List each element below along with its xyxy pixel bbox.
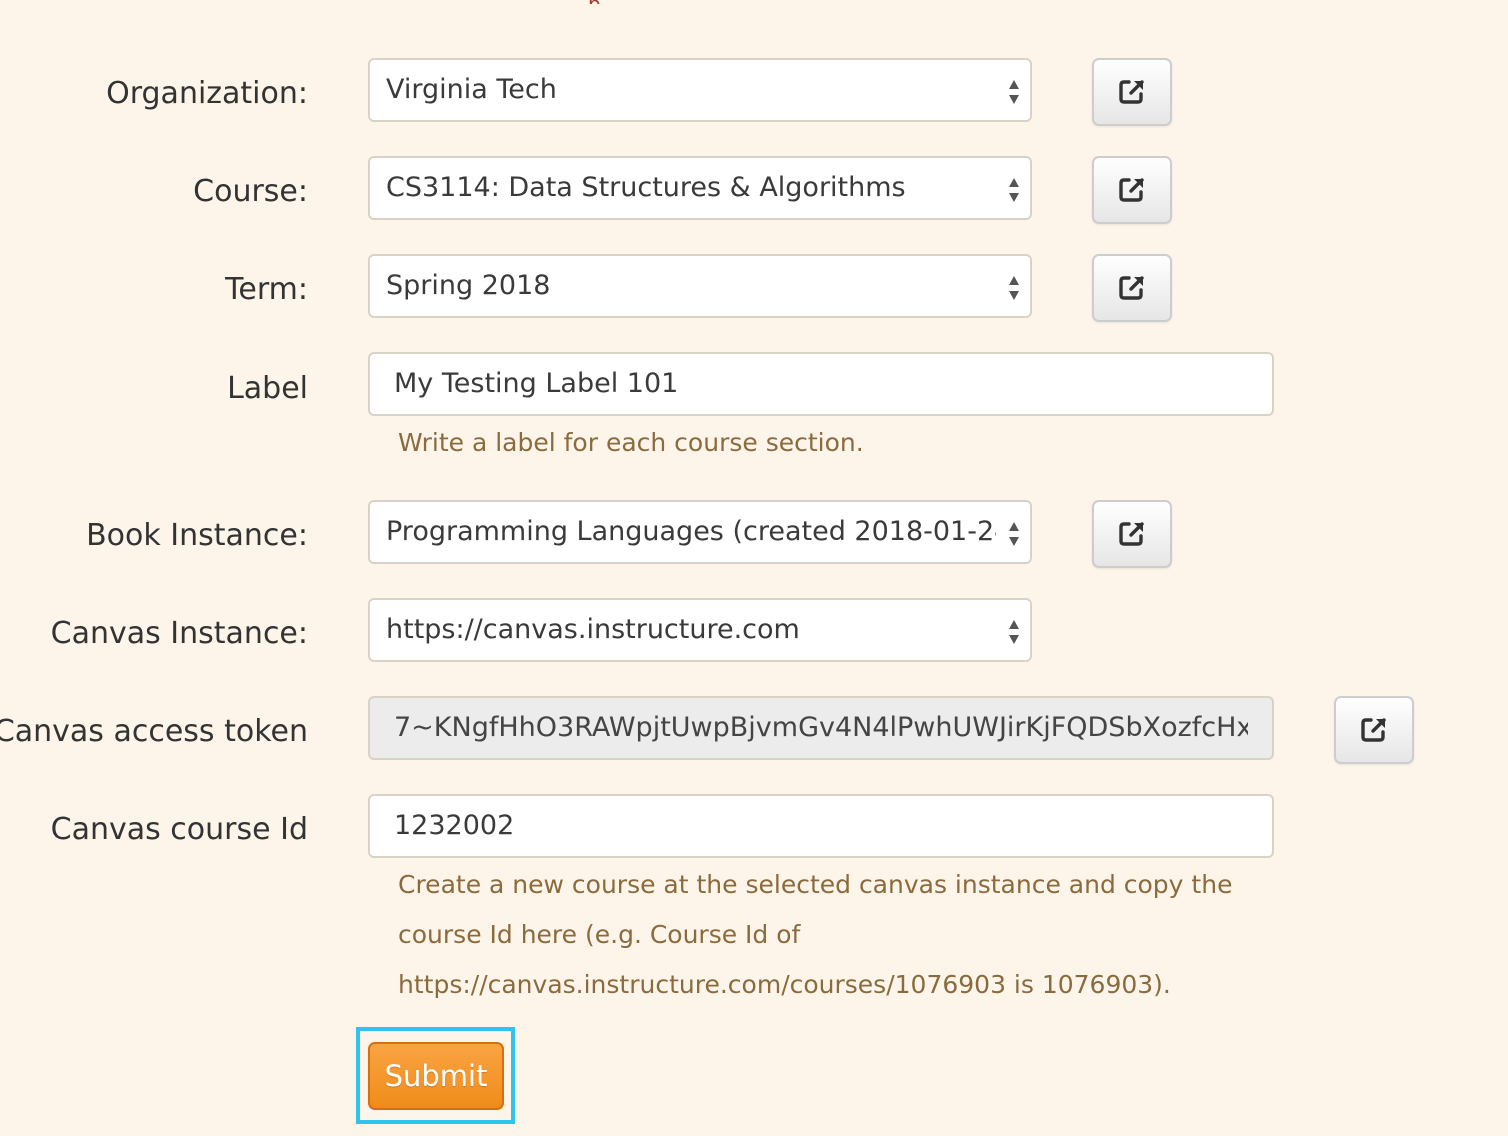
canvas-access-token-value: 7~KNgfHhO3RAWpjtUwpBjvmGv4N4lPwhUWJirKjF…: [394, 711, 1248, 743]
select-arrows-icon: [1009, 620, 1019, 644]
organization-external-link-button[interactable]: [1092, 58, 1172, 126]
external-link-icon: [1119, 522, 1144, 546]
canvas-instance-selected-value: https://canvas.instructure.com: [386, 613, 800, 645]
book-instance-selected-value: Programming Languages (created 2018-01-2…: [386, 515, 996, 547]
organization-selected-value: Virginia Tech: [386, 73, 557, 105]
course-select[interactable]: CS3114: Data Structures & Algorithms: [368, 156, 1032, 220]
select-arrows-icon: [1009, 276, 1019, 300]
organization-label: Organization:: [106, 76, 308, 111]
organization-select[interactable]: Virginia Tech: [368, 58, 1032, 122]
course-label: Course:: [193, 174, 308, 209]
label-input-value: My Testing Label 101: [394, 367, 679, 399]
book-instance-select[interactable]: Programming Languages (created 2018-01-2…: [368, 500, 1032, 564]
label-input[interactable]: My Testing Label 101: [368, 352, 1274, 416]
canvas-course-id-input[interactable]: 1232002: [368, 794, 1274, 858]
canvas-course-id-help-line-1: Create a new course at the selected canv…: [398, 870, 1233, 899]
canvas-course-id-help-line-2: course Id here (e.g. Course Id of: [398, 920, 801, 949]
canvas-access-token-external-link-button[interactable]: [1334, 696, 1414, 764]
book-instance-external-link-button[interactable]: [1092, 500, 1172, 568]
course-external-link-button[interactable]: [1092, 156, 1172, 224]
external-link-icon: [1119, 178, 1144, 202]
term-selected-value: Spring 2018: [386, 269, 551, 301]
label-help-text: Write a label for each course section.: [398, 428, 864, 457]
canvas-access-token-input[interactable]: 7~KNgfHhO3RAWpjtUwpBjvmGv4N4lPwhUWJirKjF…: [368, 696, 1274, 760]
select-arrows-icon: [1009, 80, 1019, 104]
submit-button[interactable]: Submit: [368, 1042, 504, 1110]
page-heading-fragment: p: [588, 0, 648, 4]
external-link-icon: [1361, 718, 1386, 742]
canvas-course-id-value: 1232002: [394, 809, 515, 841]
term-select[interactable]: Spring 2018: [368, 254, 1032, 318]
label-field-label: Label: [227, 371, 308, 406]
term-external-link-button[interactable]: [1092, 254, 1172, 322]
term-label: Term:: [225, 272, 308, 307]
course-selected-value: CS3114: Data Structures & Algorithms: [386, 171, 906, 203]
canvas-course-id-help-line-3: https://canvas.instructure.com/courses/1…: [398, 970, 1171, 999]
book-instance-label: Book Instance:: [86, 518, 308, 553]
external-link-icon: [1119, 276, 1144, 300]
canvas-access-token-label: Canvas access token: [0, 714, 308, 749]
canvas-instance-select[interactable]: https://canvas.instructure.com: [368, 598, 1032, 662]
canvas-course-id-label: Canvas course Id: [50, 812, 308, 847]
select-arrows-icon: [1009, 178, 1019, 202]
external-link-icon: [1119, 80, 1144, 104]
select-arrows-icon: [1009, 522, 1019, 546]
canvas-instance-label: Canvas Instance:: [50, 616, 308, 651]
